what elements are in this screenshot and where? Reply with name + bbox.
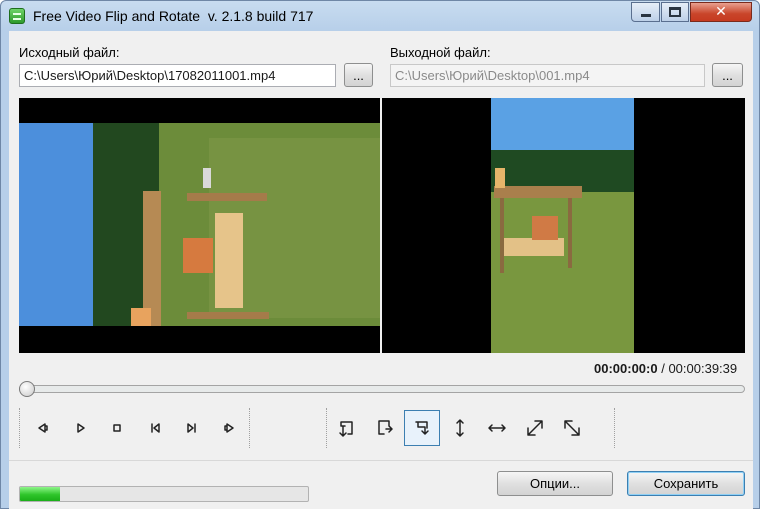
output-video-frame xyxy=(382,98,745,353)
total-time: 00:00:39:39 xyxy=(668,361,738,376)
input-file-field[interactable]: C:\Users\Юрий\Desktop\17082011001.mp4 xyxy=(19,64,336,87)
app-icon xyxy=(9,8,25,24)
rotate-ccw-button[interactable] xyxy=(329,410,365,446)
window-title: Free Video Flip and Rotate v. 2.1.8 buil… xyxy=(33,8,314,24)
rotate-down-button[interactable] xyxy=(404,410,440,446)
time-display: 00:00:00:0 / 00:00:39:39 xyxy=(594,361,737,376)
skip-start-button[interactable] xyxy=(137,410,173,446)
options-button[interactable]: Опции... xyxy=(497,471,613,496)
flip-vertical-button[interactable] xyxy=(442,410,478,446)
stop-icon xyxy=(113,424,121,432)
minimize-button[interactable] xyxy=(631,2,660,22)
progress-bar xyxy=(19,486,309,502)
rotate-cw-icon xyxy=(377,420,393,435)
skip-end-button[interactable] xyxy=(174,410,210,446)
flip-vertical-icon xyxy=(455,419,464,437)
title-bar[interactable]: Free Video Flip and Rotate v. 2.1.8 buil… xyxy=(1,1,759,31)
current-time: 00:00:00:0 xyxy=(594,361,658,376)
output-video-preview xyxy=(382,98,745,353)
input-browse-button[interactable]: ... xyxy=(344,63,373,87)
source-video-preview xyxy=(19,98,380,353)
skip-end-icon xyxy=(187,423,196,433)
next-frame-button[interactable] xyxy=(212,410,248,446)
time-separator: / xyxy=(657,361,669,376)
close-icon: ✕ xyxy=(715,4,727,20)
input-file-label: Исходный файл: xyxy=(19,45,120,60)
seek-slider[interactable] xyxy=(19,385,745,393)
maximize-icon xyxy=(669,7,681,17)
previous-frame-button[interactable] xyxy=(24,410,60,446)
diagonal-ne-icon xyxy=(526,420,543,436)
toolbar-separator xyxy=(326,408,327,448)
flip-horizontal-icon xyxy=(488,424,506,432)
toolbar-separator xyxy=(19,408,20,448)
flip-horizontal-button[interactable] xyxy=(479,410,515,446)
minimize-icon xyxy=(640,14,651,17)
diagonal-ne-button[interactable] xyxy=(517,410,553,446)
output-file-label: Выходной файл: xyxy=(390,45,491,60)
toolbar-separator xyxy=(249,408,250,448)
output-file-field: C:\Users\Юрий\Desktop\001.mp4 xyxy=(390,64,705,87)
source-video-frame xyxy=(19,98,380,353)
main-panel: Исходный файл: C:\Users\Юрий\Desktop\170… xyxy=(9,31,753,509)
rotate-cw-button[interactable] xyxy=(367,410,403,446)
seek-slider-thumb[interactable] xyxy=(19,381,35,397)
rotate-ccw-icon xyxy=(339,421,353,437)
diagonal-nw-icon xyxy=(564,420,580,436)
close-button[interactable]: ✕ xyxy=(690,2,752,22)
stop-button[interactable] xyxy=(99,410,135,446)
play-icon xyxy=(76,423,85,433)
diagonal-nw-button[interactable] xyxy=(554,410,590,446)
output-browse-button[interactable]: ... xyxy=(712,63,743,87)
save-button[interactable]: Сохранить xyxy=(627,471,745,496)
maximize-button[interactable] xyxy=(661,2,689,22)
app-window: Free Video Flip and Rotate v. 2.1.8 buil… xyxy=(0,0,760,509)
next-frame-icon xyxy=(223,423,234,433)
previous-frame-icon xyxy=(38,423,48,433)
progress-fill xyxy=(20,487,61,501)
play-button[interactable] xyxy=(62,410,98,446)
divider xyxy=(9,460,753,461)
rotate-down-icon xyxy=(415,421,429,435)
toolbar-separator xyxy=(614,408,615,448)
skip-start-icon xyxy=(150,423,160,433)
